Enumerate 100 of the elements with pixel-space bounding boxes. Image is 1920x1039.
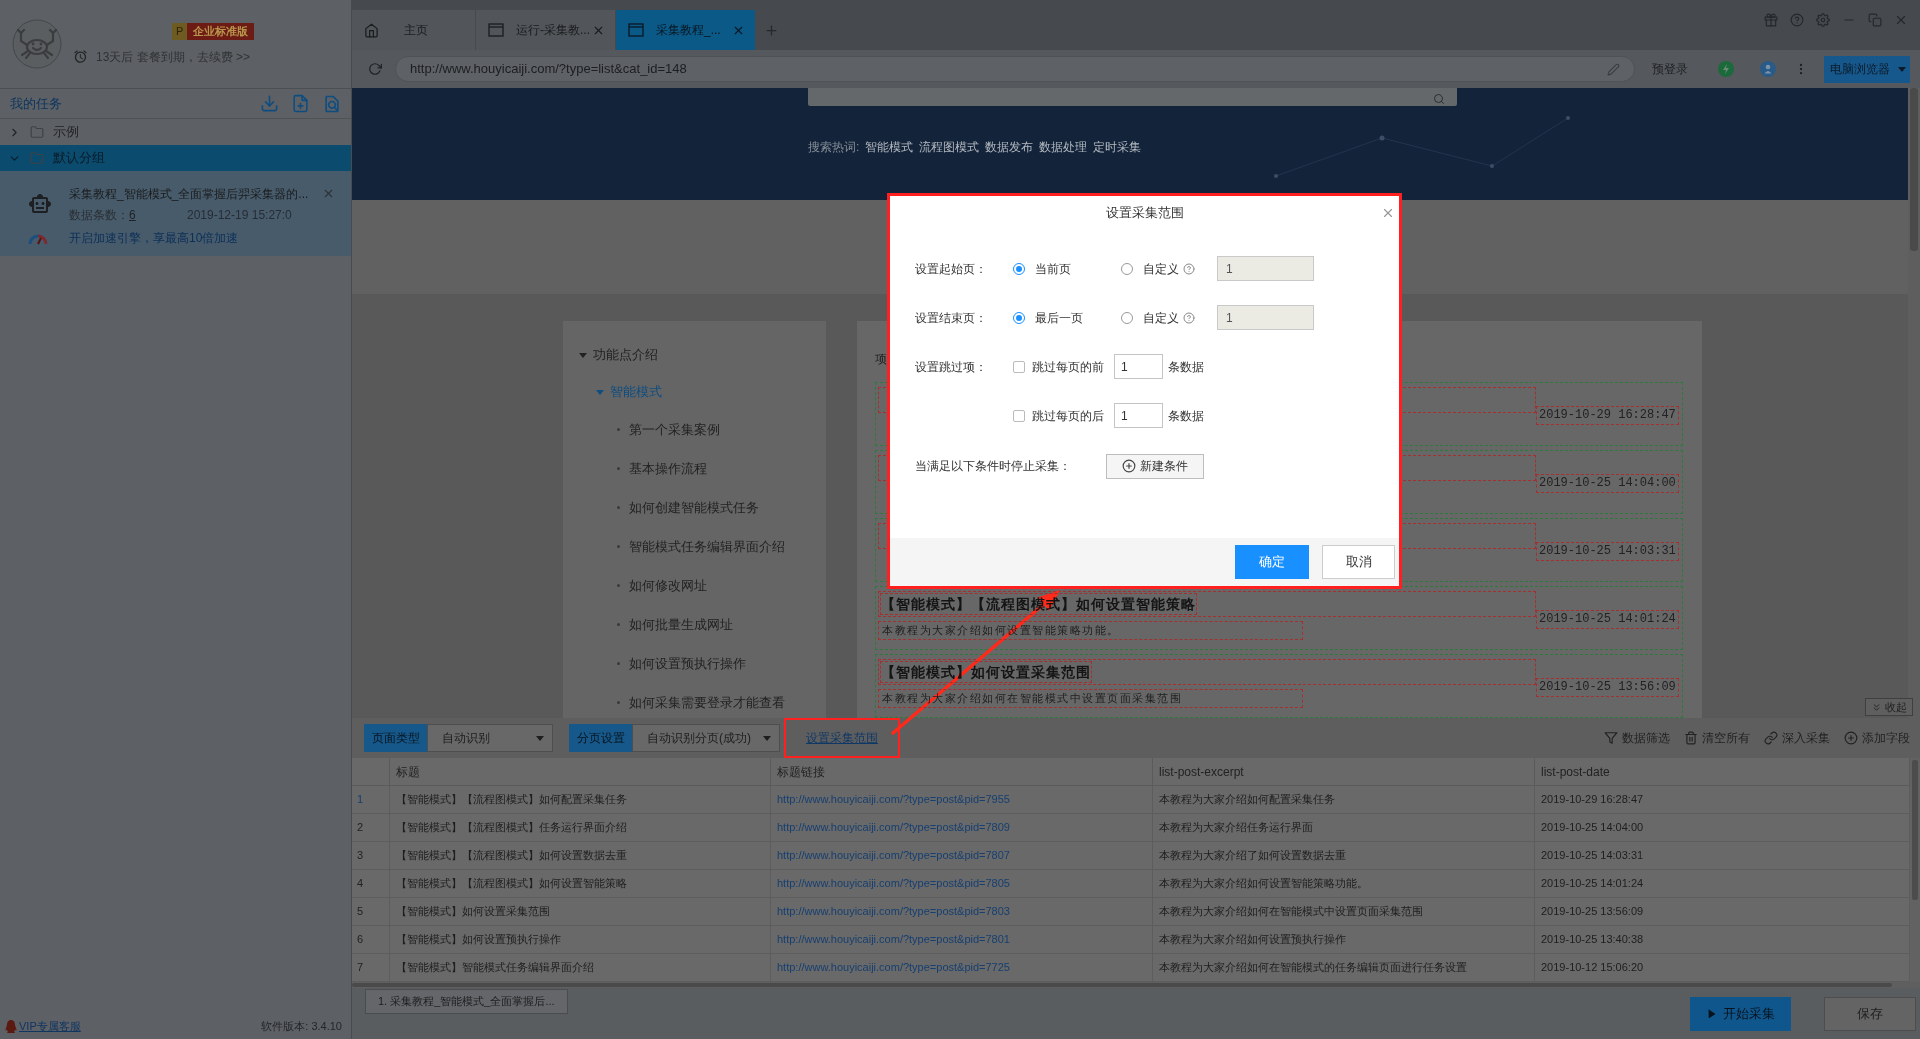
dropdown[interactable]: 自动识别分页(成功) bbox=[632, 724, 780, 752]
bullet-icon bbox=[617, 623, 620, 626]
column-header[interactable]: 标题链接 bbox=[777, 762, 825, 781]
nav-item[interactable]: 功能点介绍 bbox=[563, 336, 826, 373]
group-row[interactable]: 示例 bbox=[0, 119, 351, 145]
option-label: 跳过每页的后 bbox=[1032, 407, 1104, 425]
url-link[interactable]: http://www.houyicaiji.com/?type=post&pid=7809 bbox=[777, 819, 1010, 836]
start-button[interactable]: 开始采集 bbox=[1690, 996, 1791, 1031]
table-cell-text: 【智能模式】智能模式任务编辑界面介绍 bbox=[396, 960, 594, 976]
article-date: 2019-10-29 16:28:47 bbox=[1536, 406, 1679, 425]
dropdown[interactable]: 自动识别 bbox=[427, 724, 553, 752]
set-range-link[interactable]: 设置采集范围 bbox=[806, 729, 878, 747]
hot-term-link[interactable]: 智能模式 bbox=[865, 138, 914, 156]
column-header[interactable]: list-post-date bbox=[1541, 762, 1610, 781]
nav-item[interactable]: 如何设置预执行操作 bbox=[563, 644, 826, 683]
search-field[interactable] bbox=[808, 88, 1457, 106]
skip-count-field[interactable]: 1 bbox=[1114, 354, 1163, 379]
refresh-icon[interactable] bbox=[368, 62, 382, 76]
crab-avatar-icon[interactable] bbox=[12, 19, 62, 69]
address-field[interactable]: http://www.houyicaiji.com/?type=list&cat_id=148 bbox=[395, 56, 1635, 82]
checkbox[interactable] bbox=[1013, 409, 1025, 422]
cancel-button[interactable]: 取消 bbox=[1322, 545, 1395, 579]
scrollbar[interactable] bbox=[1908, 88, 1920, 718]
support-link[interactable]: VIP专属客服 bbox=[19, 1017, 81, 1035]
browser-tab[interactable]: 采集教程_... bbox=[616, 10, 755, 50]
save-button[interactable]: 保存 bbox=[1824, 996, 1916, 1031]
table-cell-text: 2019-10-25 13:56:09 bbox=[1541, 904, 1644, 920]
bolt-badge-icon[interactable] bbox=[1718, 61, 1734, 77]
url-link[interactable]: http://www.houyicaiji.com/?type=post&pid=7955 bbox=[777, 791, 1010, 808]
hot-term-link[interactable]: 流程图模式 bbox=[919, 138, 980, 156]
url-link[interactable]: http://www.houyicaiji.com/?type=post&pid=7803 bbox=[777, 903, 1010, 920]
nav-item[interactable]: 如何创建智能模式任务 bbox=[563, 488, 826, 527]
column-header[interactable]: list-post-excerpt bbox=[1159, 762, 1244, 781]
url-link[interactable]: http://www.houyicaiji.com/?type=post&pid=7725 bbox=[777, 959, 1010, 976]
row-number[interactable]: 3 bbox=[357, 847, 364, 864]
nav-item[interactable]: 如何修改网址 bbox=[563, 566, 826, 605]
table-cell-text: 本教程为大家介绍任务运行界面 bbox=[1159, 820, 1313, 836]
close-icon[interactable] bbox=[322, 187, 335, 200]
table-cell-text: 2019-10-25 14:01:24 bbox=[1541, 876, 1644, 892]
table-cell-text: 2019-10-25 13:40:38 bbox=[1541, 932, 1644, 948]
bullet-icon bbox=[617, 545, 620, 548]
table-cell-text: 本教程为大家介绍如何设置预执行操作 bbox=[1159, 932, 1346, 948]
toolbar-action[interactable]: 清空所有 bbox=[1702, 729, 1750, 747]
link-icon bbox=[1764, 731, 1778, 745]
url-link[interactable]: http://www.houyicaiji.com/?type=post&pid=7807 bbox=[777, 847, 1010, 864]
gift-icon[interactable] bbox=[1764, 13, 1778, 27]
skip-count-field[interactable]: 1 bbox=[1114, 403, 1163, 428]
nav-item[interactable]: 智能模式 bbox=[563, 373, 826, 410]
import-icon[interactable] bbox=[260, 94, 279, 113]
scrollbar[interactable] bbox=[1910, 758, 1920, 982]
checkbox[interactable] bbox=[1013, 360, 1025, 373]
article-title[interactable]: 【智能模式】如何设置采集范围 bbox=[880, 661, 1092, 683]
field-label: 设置结束页： bbox=[915, 309, 988, 327]
row-number[interactable]: 2 bbox=[357, 819, 364, 836]
penguin-icon bbox=[5, 1019, 17, 1033]
search-icon[interactable] bbox=[1433, 93, 1445, 105]
help-icon[interactable] bbox=[1790, 13, 1804, 27]
bullet-icon bbox=[617, 506, 620, 509]
pencil-icon[interactable] bbox=[1607, 62, 1620, 76]
table-cell-text: 2019-10-25 14:03:31 bbox=[1541, 848, 1644, 864]
task-title[interactable]: 采集教程_智能模式_全面掌握后羿采集器的... bbox=[69, 184, 309, 203]
browser-tab[interactable]: 运行-采集教... bbox=[476, 10, 615, 50]
nav-item[interactable]: 智能模式任务编辑界面介绍 bbox=[563, 527, 826, 566]
new-file-icon[interactable] bbox=[291, 94, 310, 113]
edition-badge: 企业标准版 bbox=[187, 22, 255, 40]
new-condition-button[interactable]: 新建条件 bbox=[1106, 453, 1204, 479]
row-number[interactable]: 6 bbox=[357, 931, 364, 948]
confirm-button[interactable]: 确定 bbox=[1235, 545, 1309, 579]
restore-icon[interactable] bbox=[1868, 13, 1882, 27]
column-header[interactable]: 标题 bbox=[396, 762, 420, 781]
row-number[interactable]: 5 bbox=[357, 903, 364, 920]
table-cell-text: 本教程为大家介绍如何配置采集任务 bbox=[1159, 792, 1335, 808]
row-number[interactable]: 4 bbox=[357, 875, 364, 892]
file-search-icon[interactable] bbox=[322, 93, 342, 114]
caret-down-icon[interactable] bbox=[579, 350, 587, 359]
url-link[interactable]: http://www.houyicaiji.com/?type=post&pid=7805 bbox=[777, 875, 1010, 892]
scrollbar[interactable] bbox=[352, 982, 1920, 988]
section-title: 我的任务 bbox=[10, 94, 62, 113]
hot-term-link[interactable]: 数据处理 bbox=[1039, 138, 1088, 156]
row-number[interactable]: 7 bbox=[357, 959, 364, 976]
nav-item[interactable]: 基本操作流程 bbox=[563, 449, 826, 488]
new-tab-icon[interactable] bbox=[764, 22, 779, 38]
field-label: 设置跳过项： bbox=[915, 358, 988, 376]
option-label: 自定义 bbox=[1143, 260, 1179, 278]
url-link[interactable]: http://www.houyicaiji.com/?type=post&pid=7801 bbox=[777, 931, 1010, 948]
close-icon[interactable] bbox=[1894, 13, 1908, 27]
group-row[interactable]: 默认分组 bbox=[0, 145, 351, 171]
browser-mode-button[interactable]: 电脑浏览器 bbox=[1824, 55, 1910, 83]
nav-item[interactable]: 如何批量生成网址 bbox=[563, 605, 826, 644]
collapse-button[interactable]: 收起 bbox=[1865, 698, 1913, 716]
row-number[interactable]: 1 bbox=[357, 791, 364, 808]
settings-icon[interactable] bbox=[1816, 13, 1830, 27]
toolbar-action[interactable]: 深入采集 bbox=[1782, 729, 1830, 747]
close-icon[interactable] bbox=[1381, 206, 1395, 220]
task-tab[interactable]: 1. 采集教程_智能模式_全面掌握后... bbox=[365, 989, 568, 1014]
hot-term-link[interactable]: 数据发布 bbox=[985, 138, 1034, 156]
user-badge-icon[interactable] bbox=[1760, 61, 1776, 77]
hot-term-link[interactable]: 定时采集 bbox=[1093, 138, 1142, 156]
nav-item[interactable]: 如何采集需要登录才能查看 bbox=[563, 683, 826, 718]
caret-down-icon[interactable] bbox=[596, 387, 604, 396]
